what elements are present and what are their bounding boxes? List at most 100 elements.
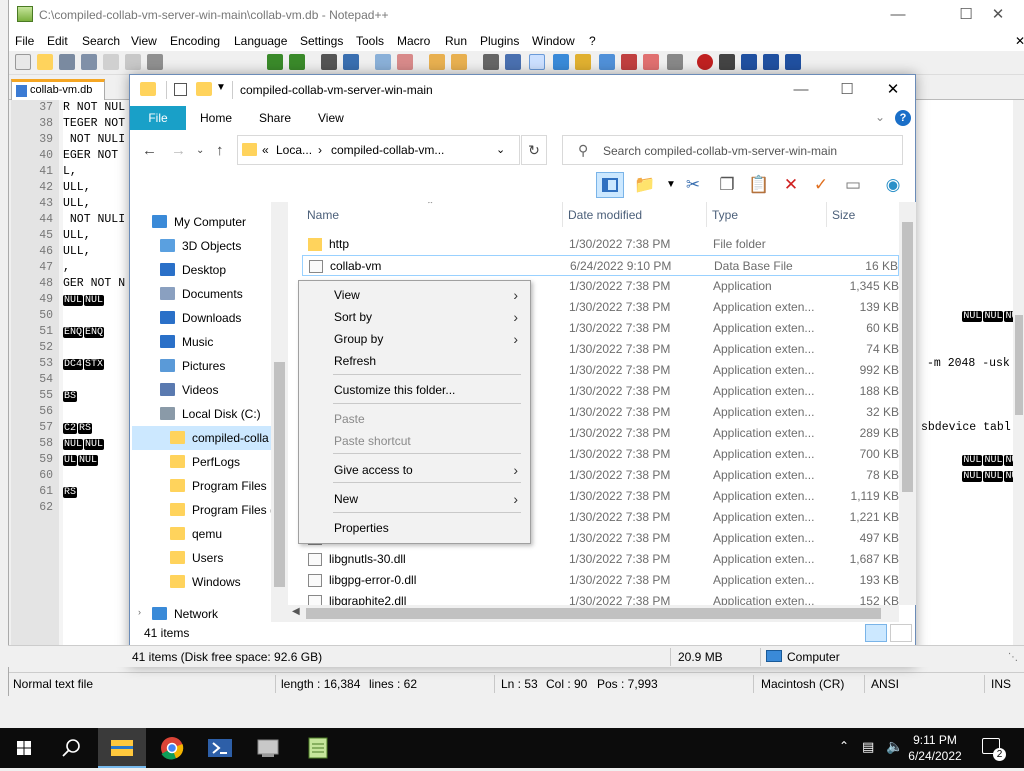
menu-settings[interactable]: Settings <box>300 34 343 48</box>
new-folder-dropdown-icon[interactable]: ▼ <box>660 175 682 195</box>
menu-view[interactable]: View <box>131 34 157 48</box>
breadcrumb-folder[interactable]: compiled-collab-vm... <box>331 143 444 157</box>
globe-icon[interactable]: ◉ <box>882 175 904 195</box>
nav-item-program-files[interactable]: Program Files <box>130 474 271 498</box>
nav-item-pictures[interactable]: Pictures <box>130 354 271 378</box>
tab-collab-vm-db[interactable]: collab-vm.db <box>11 79 105 100</box>
language-icon[interactable] <box>553 54 569 70</box>
menu-item-sort-by[interactable]: Sort by › <box>301 306 528 328</box>
indent-guide-icon[interactable] <box>529 54 545 70</box>
column-name[interactable]: Name <box>307 208 339 222</box>
menu-item-customize-this-folder[interactable]: Customize this folder... <box>301 379 528 401</box>
menu-macro[interactable]: Macro <box>397 34 430 48</box>
new-file-icon[interactable] <box>15 54 31 70</box>
menu-item-paste-shortcut[interactable]: Paste shortcut <box>301 430 528 452</box>
quick-access-dropdown-icon[interactable]: ▼ <box>216 82 226 93</box>
ribbon-home-tab[interactable]: Home <box>200 111 232 125</box>
editor-vertical-scrollbar[interactable] <box>1013 100 1024 648</box>
zoom-in-icon[interactable] <box>375 54 391 70</box>
scroll-thumb[interactable] <box>274 362 285 587</box>
search-box[interactable]: ⚲ Search compiled-collab-vm-server-win-m… <box>562 135 903 165</box>
file-list-vertical-scrollbar[interactable] <box>899 202 916 605</box>
zoom-out-icon[interactable] <box>397 54 413 70</box>
scroll-left-icon[interactable]: ◀ <box>292 606 300 617</box>
nav-item-compiled-colla[interactable]: compiled-colla <box>132 426 273 450</box>
nav-item-documents[interactable]: Documents <box>130 282 271 306</box>
play-macro-icon[interactable] <box>741 54 757 70</box>
menu-edit[interactable]: Edit <box>47 34 68 48</box>
word-wrap-icon[interactable] <box>483 54 499 70</box>
nav-item-3d-objects[interactable]: 3D Objects <box>130 234 271 258</box>
menu-item-paste[interactable]: Paste <box>301 408 528 430</box>
details-view-icon[interactable] <box>865 624 887 642</box>
paste-icon[interactable]: 📋 <box>748 175 770 195</box>
expand-ribbon-icon[interactable]: ⌄ <box>875 110 885 124</box>
cut-icon[interactable]: ✂ <box>682 175 704 195</box>
minimize-icon[interactable]: — <box>875 0 921 31</box>
redo-icon[interactable] <box>289 54 305 70</box>
run-macro-multiple-icon[interactable] <box>763 54 779 70</box>
open-file-icon[interactable] <box>37 54 53 70</box>
nav-item-my-computer[interactable]: My Computer <box>130 210 271 234</box>
file-list-horizontal-scrollbar[interactable]: ◀ <box>288 605 899 622</box>
new-folder-icon[interactable]: 📁 <box>634 175 656 195</box>
nav-item-windows[interactable]: Windows <box>130 570 271 594</box>
close-icon[interactable]: ✕ <box>870 75 916 106</box>
menu-item-properties[interactable]: Properties <box>301 517 528 539</box>
ribbon-view-tab[interactable]: View <box>318 111 344 125</box>
search-button[interactable] <box>48 728 96 768</box>
select-icon[interactable]: ✓ <box>810 175 832 195</box>
save-icon[interactable] <box>59 54 75 70</box>
close-file-icon[interactable] <box>103 54 119 70</box>
find-icon[interactable] <box>321 54 337 70</box>
column-date-modified[interactable]: Date modified <box>568 208 642 222</box>
nav-item-network[interactable]: Network <box>130 602 271 622</box>
column-divider[interactable] <box>706 202 707 227</box>
menu-close-doc-icon[interactable]: ✕ <box>1015 34 1024 48</box>
breadcrumb-local-disk[interactable]: Loca... <box>276 143 312 157</box>
scroll-thumb[interactable] <box>1015 315 1023 415</box>
new-folder-icon[interactable] <box>196 82 212 96</box>
ribbon-file-tab[interactable]: File <box>130 106 186 130</box>
recent-locations-icon[interactable]: ⌄ <box>196 145 204 156</box>
taskbar-chrome[interactable] <box>148 728 196 768</box>
menu-run[interactable]: Run <box>445 34 467 48</box>
delete-icon[interactable]: ✕ <box>780 175 802 195</box>
copy-icon[interactable]: ❐ <box>716 175 738 195</box>
nav-item-desktop[interactable]: Desktop <box>130 258 271 282</box>
column-divider[interactable] <box>826 202 827 227</box>
menu-item-group-by[interactable]: Group by › <box>301 328 528 350</box>
nav-item-program-files[interactable]: Program Files ( <box>130 498 274 522</box>
function-list-icon[interactable] <box>575 54 591 70</box>
ribbon-share-tab[interactable]: Share <box>259 111 291 125</box>
save-macro-icon[interactable] <box>785 54 801 70</box>
taskbar-clock[interactable]: 9:11 PM 6/24/2022 <box>905 732 965 764</box>
monitoring-icon[interactable] <box>643 54 659 70</box>
file-row[interactable]: libgnutls-30.dll 1/30/2022 7:38 PM Applica… <box>302 549 899 570</box>
properties-check-icon[interactable] <box>174 83 187 96</box>
sync-vertical-icon[interactable] <box>429 54 445 70</box>
menu-help[interactable]: ? <box>589 34 596 48</box>
document-map-icon[interactable] <box>599 54 615 70</box>
refresh-icon[interactable]: ↻ <box>521 135 547 165</box>
close-all-icon[interactable] <box>125 54 141 70</box>
back-icon[interactable]: ← <box>142 142 157 159</box>
volume-icon[interactable]: 🔈 <box>886 738 903 755</box>
network-status-icon[interactable]: ▤ <box>862 739 874 755</box>
nav-item-qemu[interactable]: qemu <box>130 522 271 546</box>
menu-window[interactable]: Window <box>532 34 575 48</box>
preview-pane-icon[interactable] <box>596 172 624 198</box>
menu-file[interactable]: File <box>15 34 34 48</box>
menu-search[interactable]: Search <box>82 34 120 48</box>
close-icon[interactable]: ✕ <box>975 0 1021 31</box>
file-row[interactable]: libgpg-error-0.dll 1/30/2022 7:38 PM Appli… <box>302 570 899 591</box>
taskbar-notepadpp[interactable] <box>294 728 342 768</box>
file-row[interactable]: http 1/30/2022 7:38 PM File folder <box>302 234 899 255</box>
menu-item-refresh[interactable]: Refresh <box>301 350 528 372</box>
menu-item-view[interactable]: View › <box>301 284 528 306</box>
taskbar-file-explorer[interactable] <box>98 728 146 768</box>
nav-item-music[interactable]: Music <box>130 330 271 354</box>
show-all-characters-icon[interactable] <box>505 54 521 70</box>
rename-icon[interactable]: ▭ <box>842 175 864 195</box>
nav-item-perflogs[interactable]: PerfLogs <box>130 450 271 474</box>
